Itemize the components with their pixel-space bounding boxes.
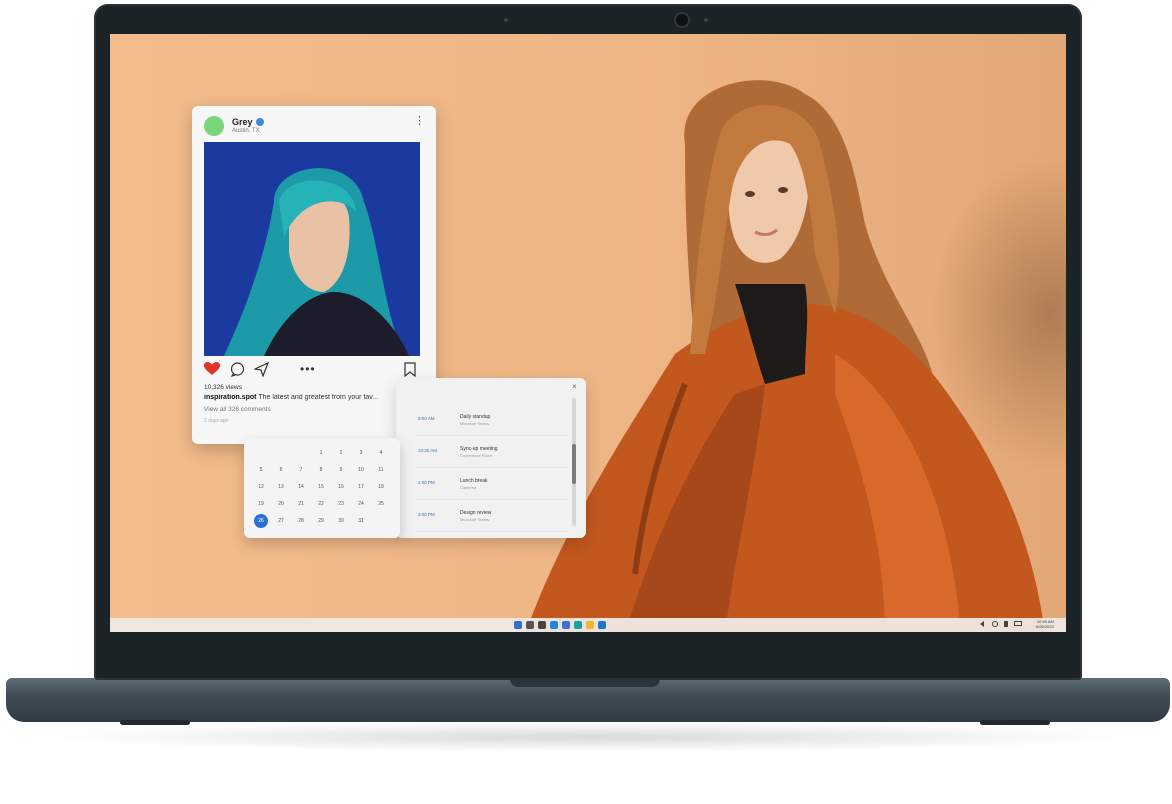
calendar-day-selected[interactable]: 26 (254, 514, 268, 528)
caption-text: The latest and greatest from your fav... (258, 394, 379, 401)
heart-icon[interactable] (204, 362, 220, 376)
show-hidden-icons-icon[interactable] (978, 621, 984, 627)
calendar-day[interactable]: 21 (294, 497, 308, 511)
desktop-screen: Grey Austin, TX ⋮ ••• 10,326 views inspi… (110, 34, 1066, 632)
calendar-day[interactable]: 17 (354, 480, 368, 494)
share-icon[interactable] (254, 362, 269, 377)
verified-badge-icon (256, 118, 264, 126)
windows-start-icon[interactable] (514, 621, 522, 629)
search-icon[interactable] (526, 621, 534, 629)
calendar-day[interactable]: 2 (334, 446, 348, 460)
mail-icon[interactable] (598, 621, 606, 629)
calendar-day[interactable]: 6 (274, 463, 288, 477)
laptop-foot (120, 720, 190, 725)
volume-icon[interactable] (1004, 621, 1008, 627)
calendar-day[interactable]: 24 (354, 497, 368, 511)
agenda-window[interactable]: × 9:00 AM Daily standup Microsoft Teams … (396, 378, 586, 538)
avatar[interactable] (204, 116, 224, 136)
scrollbar-thumb[interactable] (572, 444, 576, 484)
widgets-icon[interactable] (550, 621, 558, 629)
post-photo[interactable] (204, 142, 420, 356)
agenda-title: Design review (460, 510, 492, 516)
calendar-day[interactable]: 5 (254, 463, 268, 477)
calendar-day[interactable]: 30 (334, 514, 348, 528)
calendar-day[interactable]: 27 (274, 514, 288, 528)
laptop-foot (980, 720, 1050, 725)
calendar-day[interactable]: 25 (374, 497, 388, 511)
post-username[interactable]: Grey (232, 117, 253, 127)
calendar-day[interactable]: 11 (374, 463, 388, 477)
calendar-day[interactable]: 20 (274, 497, 288, 511)
laptop-hinge-groove (510, 679, 660, 687)
calendar-day[interactable]: 22 (314, 497, 328, 511)
calendar-day[interactable]: 19 (254, 497, 268, 511)
agenda-subtitle: Cafeteria (460, 485, 477, 490)
calendar-day[interactable]: 4 (374, 446, 388, 460)
calendar-day[interactable]: 18 (374, 480, 388, 494)
webcam (676, 14, 688, 26)
taskbar: 10:45 AM 6/26/2023 (110, 618, 1066, 632)
agenda-time: 9:00 AM (418, 416, 435, 421)
calendar-day[interactable]: 9 (334, 463, 348, 477)
agenda-subtitle: Microsoft Teams (460, 421, 490, 426)
bookmark-icon[interactable] (404, 362, 416, 377)
post-views: 10,326 views (204, 384, 242, 391)
agenda-item[interactable]: 9:00 AM Daily standup Microsoft Teams (416, 408, 568, 436)
calendar-day[interactable]: 23 (334, 497, 348, 511)
calendar-day[interactable]: 10 (354, 463, 368, 477)
calendar-day[interactable]: 3 (354, 446, 368, 460)
battery-icon[interactable] (1014, 621, 1022, 626)
calendar-day[interactable]: 8 (314, 463, 328, 477)
agenda-subtitle: Conference Room (460, 453, 493, 458)
agenda-item[interactable]: 1:00 PM Lunch break Cafeteria (416, 472, 568, 500)
calendar-day[interactable]: 29 (314, 514, 328, 528)
calendar-day[interactable]: 16 (334, 480, 348, 494)
post-date: 2 days ago (204, 418, 229, 424)
sensor-dot (504, 18, 508, 22)
more-options-icon[interactable]: ⋮ (414, 116, 425, 127)
view-comments-link[interactable]: View all 326 comments (204, 406, 271, 413)
agenda-time: 1:00 PM (418, 480, 435, 485)
comment-icon[interactable] (230, 362, 245, 377)
calendar-day[interactable]: 28 (294, 514, 308, 528)
post-caption: inspiration.spot The latest and greatest… (204, 394, 424, 401)
calendar-widget[interactable]: 1 2 3 4 5 6 7 8 9 10 11 12 13 14 15 16 17 18 19 20 21 22 23 24 2… (244, 438, 400, 538)
post-action-bar: ••• (204, 362, 422, 382)
wifi-icon[interactable] (992, 621, 998, 627)
agenda-item[interactable]: 3:00 PM Design review Microsoft Teams (416, 504, 568, 532)
agenda-title: Lunch break (460, 478, 488, 484)
calendar-day[interactable]: 15 (314, 480, 328, 494)
store-icon[interactable] (562, 621, 570, 629)
clock-date: 6/26/2023 (1036, 624, 1054, 629)
calendar-day[interactable]: 31 (354, 514, 368, 528)
more-icon[interactable]: ••• (300, 363, 316, 375)
agenda-time: 10:30 AM (418, 448, 438, 453)
sensor-dot (704, 18, 708, 22)
agenda-item[interactable]: 10:30 AM Sync-up meeting Conference Room (416, 440, 568, 468)
calendar-day[interactable]: 7 (294, 463, 308, 477)
calendar-day[interactable]: 14 (294, 480, 308, 494)
edge-icon[interactable] (574, 621, 582, 629)
agenda-time: 3:00 PM (418, 512, 435, 517)
task-view-icon[interactable] (538, 621, 546, 629)
laptop-shadow (40, 722, 1140, 752)
agenda-title: Sync-up meeting (460, 446, 498, 452)
calendar-day[interactable]: 12 (254, 480, 268, 494)
taskbar-clock[interactable]: 10:45 AM 6/26/2023 (1036, 619, 1054, 629)
calendar-day[interactable]: 13 (274, 480, 288, 494)
caption-username[interactable]: inspiration.spot (204, 394, 257, 401)
agenda-subtitle: Microsoft Teams (460, 517, 490, 522)
file-explorer-icon[interactable] (586, 621, 594, 629)
wallpaper-woman-photo (525, 80, 1045, 632)
agenda-title: Daily standup (460, 414, 491, 420)
close-icon[interactable]: × (572, 382, 577, 391)
post-location: Austin, TX (232, 128, 260, 134)
calendar-day[interactable]: 1 (314, 446, 328, 460)
